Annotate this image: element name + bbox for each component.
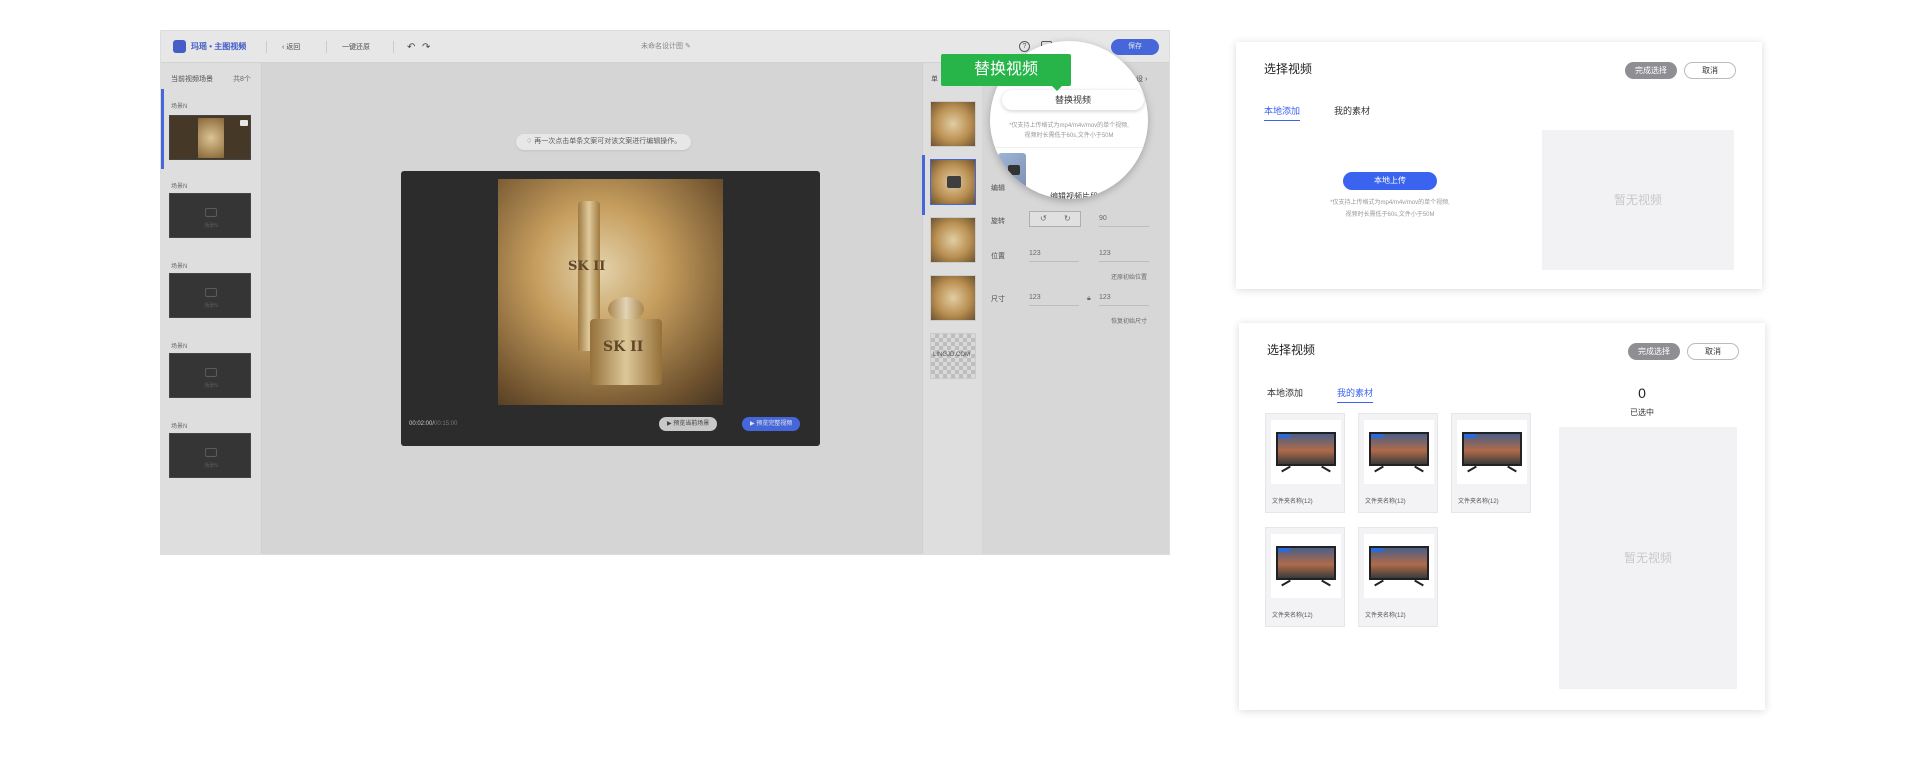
brand-badge [1464, 434, 1476, 438]
divider [990, 147, 1148, 148]
folder-thumbnail [1457, 420, 1527, 484]
selected-count: 0 [1638, 385, 1646, 401]
replace-video-hint: *仅支持上传格式为mp4/m4v/mov的单个视频, 视频时长需低于60s,文件小… [994, 121, 1144, 141]
upload-hint-line: 视频时长需低于60s,文件小于50M [1345, 212, 1435, 218]
replace-video-button[interactable]: 替换视频 [1002, 90, 1144, 110]
tv-stand [1281, 579, 1291, 587]
tv-stand [1374, 465, 1384, 473]
folder-item[interactable]: 文件夹名称(12) [1265, 527, 1345, 627]
tv-stand [1321, 579, 1331, 587]
folder-item[interactable]: 文件夹名称(12) [1451, 413, 1531, 513]
tv-stand [1507, 465, 1517, 473]
local-upload-button[interactable]: 本地上传 [1343, 172, 1437, 190]
tab-my-materials[interactable]: 我的素材 [1334, 104, 1370, 120]
folder-name: 文件夹名称(12) [1272, 613, 1313, 619]
folder-name: 文件夹名称(12) [1365, 613, 1406, 619]
tv-stand [1281, 465, 1291, 473]
video-camera-icon [1008, 165, 1020, 175]
brand-badge [1278, 548, 1290, 552]
tv-stand [1321, 465, 1331, 473]
select-video-dialog-local: 选择视频 完成选择 取消 本地添加 我的素材 本地上传 *仅支持上传格式为mp4… [1236, 42, 1762, 289]
tab-local-add[interactable]: 本地添加 [1267, 386, 1303, 402]
replace-video-tag: 替换视频 [941, 54, 1071, 86]
empty-video-preview: 暂无视频 [1559, 427, 1737, 689]
folder-name: 文件夹名称(12) [1458, 499, 1499, 505]
select-video-dialog-library: 选择视频 完成选择 取消 本地添加 我的素材 0 已选中 暂无视频 文件夹名称(… [1239, 323, 1765, 710]
folder-thumbnail [1364, 534, 1434, 598]
tab-my-materials[interactable]: 我的素材 [1337, 386, 1374, 403]
replace-hint-line: *仅支持上传格式为mp4/m4v/mov的单个视频, [1009, 123, 1129, 129]
tv-stand [1374, 579, 1384, 587]
brand-badge [1371, 434, 1383, 438]
folder-item[interactable]: 文件夹名称(12) [1265, 413, 1345, 513]
cancel-button[interactable]: 取消 [1684, 62, 1736, 79]
folder-item[interactable]: 文件夹名称(12) [1358, 527, 1438, 627]
folder-thumbnail [1271, 420, 1341, 484]
brand-badge [1278, 434, 1290, 438]
done-selection-button[interactable]: 完成选择 [1628, 343, 1680, 360]
dialog-title: 选择视频 [1267, 343, 1316, 357]
edit-clip-button[interactable]: 编辑视频片段 [1050, 191, 1098, 199]
dialog-title: 选择视频 [1264, 62, 1313, 76]
empty-video-preview: 暂无视频 [1542, 130, 1734, 270]
brand-badge [1371, 548, 1383, 552]
tv-stand [1414, 579, 1424, 587]
tag-pointer [1052, 86, 1062, 91]
upload-hint: *仅支持上传格式为mp4/m4v/mov的单个视频, 视频时长需低于60s,文件小… [1300, 197, 1480, 221]
done-selection-button[interactable]: 完成选择 [1625, 62, 1677, 79]
tv-stand [1467, 465, 1477, 473]
tv-stand [1414, 465, 1424, 473]
tab-local-add[interactable]: 本地添加 [1264, 104, 1301, 121]
cancel-button[interactable]: 取消 [1687, 343, 1739, 360]
folder-name: 文件夹名称(12) [1365, 499, 1406, 505]
selected-label: 已选中 [1630, 408, 1654, 417]
replace-hint-line: 视频时长需低于60s,文件小于50M [1024, 133, 1114, 139]
folder-thumbnail [1271, 534, 1341, 598]
upload-hint-line: *仅支持上传格式为mp4/m4v/mov的单个视频, [1330, 200, 1450, 206]
folder-thumbnail [1364, 420, 1434, 484]
folder-name: 文件夹名称(12) [1272, 499, 1313, 505]
folder-item[interactable]: 文件夹名称(12) [1358, 413, 1438, 513]
